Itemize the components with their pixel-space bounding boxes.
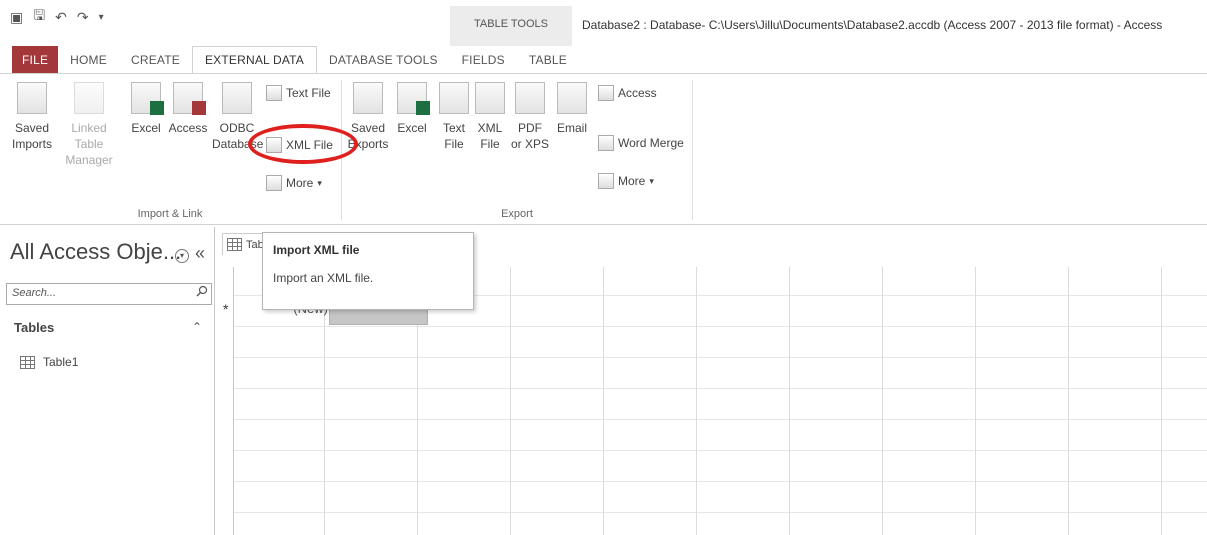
save-icon[interactable]: 🖫 bbox=[33, 5, 45, 29]
export-xml-icon bbox=[475, 82, 505, 114]
export-access-button[interactable]: Access bbox=[598, 82, 657, 104]
export-access-icon bbox=[598, 85, 614, 101]
word-merge-icon bbox=[598, 135, 614, 151]
import-link-group-label: Import & Link bbox=[137, 208, 203, 220]
import-access-button[interactable]: Access bbox=[166, 82, 210, 136]
collapse-category-icon[interactable]: ⌃ bbox=[192, 320, 202, 334]
nav-item-table1[interactable]: Table1 bbox=[20, 355, 78, 369]
highlight-ring bbox=[248, 124, 358, 164]
tab-file[interactable]: FILE bbox=[12, 46, 59, 74]
undo-icon[interactable]: ↶ bbox=[55, 9, 67, 26]
import-more-button[interactable]: More ▾ bbox=[266, 172, 322, 194]
chevron-down-icon: ▾ bbox=[317, 177, 322, 188]
ribbon: Saved Imports Linked Table Manager Excel… bbox=[0, 73, 1207, 225]
tooltip-title: Import XML file bbox=[273, 243, 360, 257]
export-excel-icon bbox=[397, 82, 430, 115]
pdf-icon bbox=[515, 82, 545, 114]
tab-create[interactable]: CREATE bbox=[119, 46, 192, 74]
title-bar: ▣ 🖫 ↶ ↷ ▾ TABLE TOOLS Database2 : Databa… bbox=[0, 0, 1207, 46]
tooltip-description: Import an XML file. bbox=[273, 271, 374, 285]
new-row-marker: * bbox=[223, 301, 229, 317]
text-file-icon bbox=[266, 85, 282, 101]
tab-table[interactable]: TABLE bbox=[517, 46, 579, 74]
tab-database-tools[interactable]: DATABASE TOOLS bbox=[317, 46, 450, 74]
access-app-icon: ▣ bbox=[10, 8, 24, 25]
access-icon bbox=[173, 82, 206, 115]
tooltip: Import XML file Import an XML file. bbox=[262, 232, 474, 310]
linked-table-manager-icon bbox=[74, 82, 104, 114]
import-text-file-button[interactable]: Text File bbox=[266, 82, 331, 104]
word-merge-button[interactable]: Word Merge bbox=[598, 132, 684, 154]
tab-external-data[interactable]: EXTERNAL DATA bbox=[191, 46, 318, 74]
linked-table-manager-button[interactable]: Linked Table Manager bbox=[58, 82, 120, 168]
navigation-pane: All Access Obje... ▾ « Search... Tables … bbox=[0, 227, 215, 535]
export-group-label: Export bbox=[501, 208, 533, 220]
export-more-button[interactable]: More ▾ bbox=[598, 170, 654, 192]
nav-menu-icon[interactable]: ▾ bbox=[175, 249, 189, 263]
tab-fields[interactable]: FIELDS bbox=[450, 46, 517, 74]
tables-category[interactable]: Tables bbox=[14, 320, 54, 335]
export-group: Saved Exports Excel Text File XML File P… bbox=[342, 74, 692, 224]
export-more-icon bbox=[598, 173, 614, 189]
ribbon-tabs: FILE HOME CREATE EXTERNAL DATA DATABASE … bbox=[0, 46, 1207, 74]
table-icon bbox=[227, 238, 242, 251]
nav-pane-title[interactable]: All Access Obje... bbox=[10, 239, 181, 265]
collapse-icon[interactable]: « bbox=[195, 243, 205, 264]
context-tab-group: TABLE TOOLS bbox=[450, 6, 572, 46]
saved-imports-icon bbox=[17, 82, 47, 114]
quick-access-toolbar: ▣ 🖫 ↶ ↷ ▾ bbox=[10, 6, 104, 28]
export-excel-button[interactable]: Excel bbox=[390, 82, 434, 136]
table-icon bbox=[20, 355, 35, 369]
tab-home[interactable]: HOME bbox=[58, 46, 119, 74]
saved-imports-button[interactable]: Saved Imports bbox=[10, 82, 54, 152]
redo-icon[interactable]: ↷ bbox=[77, 9, 89, 26]
excel-icon bbox=[131, 82, 164, 115]
email-icon bbox=[557, 82, 587, 114]
search-icon[interactable] bbox=[196, 285, 208, 297]
import-excel-button[interactable]: Excel bbox=[124, 82, 168, 136]
export-email-button[interactable]: Email bbox=[550, 82, 594, 136]
export-text-icon bbox=[439, 82, 469, 114]
search-input[interactable]: Search... bbox=[6, 283, 212, 305]
export-xml-file-button[interactable]: XML File bbox=[468, 82, 512, 152]
chevron-down-icon: ▾ bbox=[649, 175, 654, 186]
more-icon bbox=[266, 175, 282, 191]
export-pdf-xps-button[interactable]: PDF or XPS bbox=[508, 82, 552, 152]
saved-exports-icon bbox=[353, 82, 383, 114]
odbc-icon bbox=[222, 82, 252, 114]
window-title: Database2 : Database- C:\Users\Jillu\Doc… bbox=[582, 18, 1163, 32]
customize-qat-icon[interactable]: ▾ bbox=[99, 12, 104, 23]
